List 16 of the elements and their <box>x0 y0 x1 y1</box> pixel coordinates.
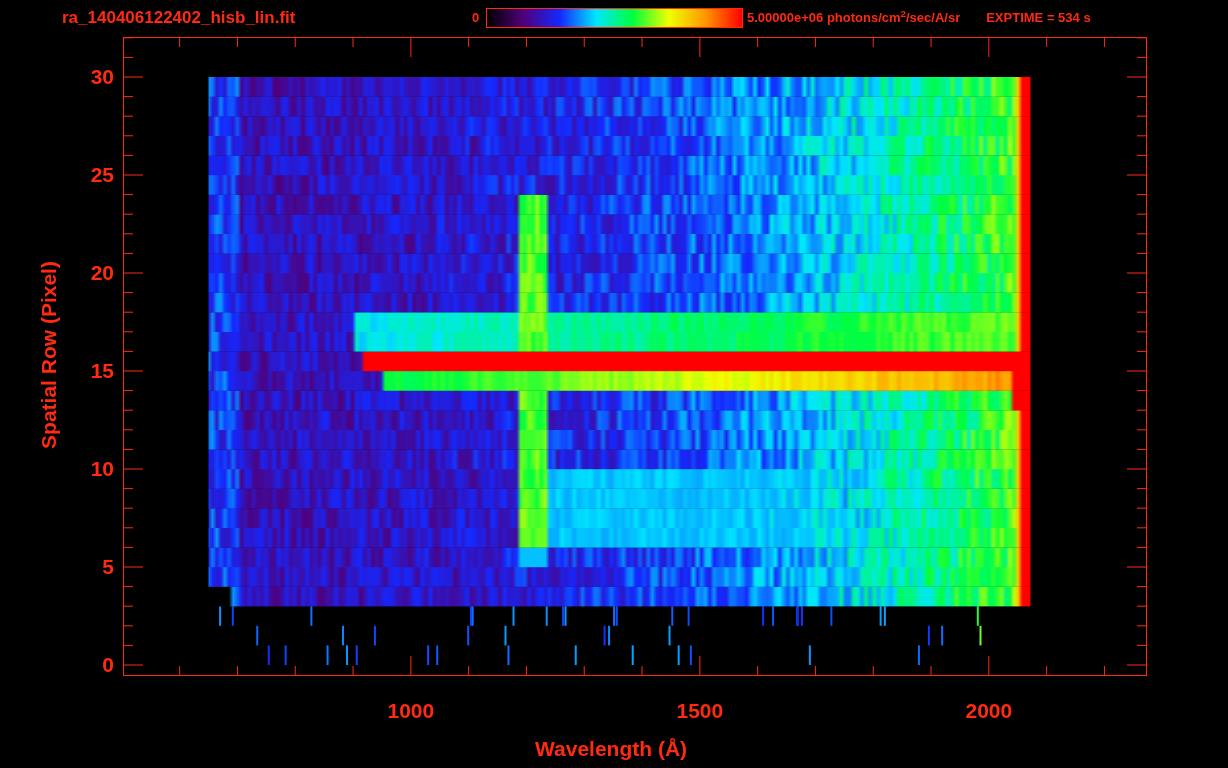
y-tick-label: 10 <box>90 457 114 481</box>
y-tick-label: 15 <box>90 359 114 383</box>
y-tick-label: 25 <box>90 163 114 187</box>
x-tick-label: 2000 <box>964 699 1014 723</box>
x-tick-label: 1000 <box>386 699 436 723</box>
y-tick-label: 30 <box>90 65 114 89</box>
y-tick-label: 0 <box>102 653 114 677</box>
colorbar-max-label: 5.00000e+06 photons/cm$^{2}$/sec/A/sr <box>747 8 961 28</box>
exposure-time: EXPTIME = 534 s <box>986 9 1091 28</box>
colorbar-min-label: 0 <box>472 9 481 28</box>
file-title: ra_140406122402_hisb_lin.fit <box>62 7 297 30</box>
y-axis-title: Spatial Row (Pixel) <box>37 260 61 451</box>
x-tick-label: 1500 <box>675 699 725 723</box>
x-axis-title: Wavelength (Å) <box>535 736 688 762</box>
y-tick-label: 5 <box>102 555 114 579</box>
y-tick-label: 20 <box>90 261 114 285</box>
